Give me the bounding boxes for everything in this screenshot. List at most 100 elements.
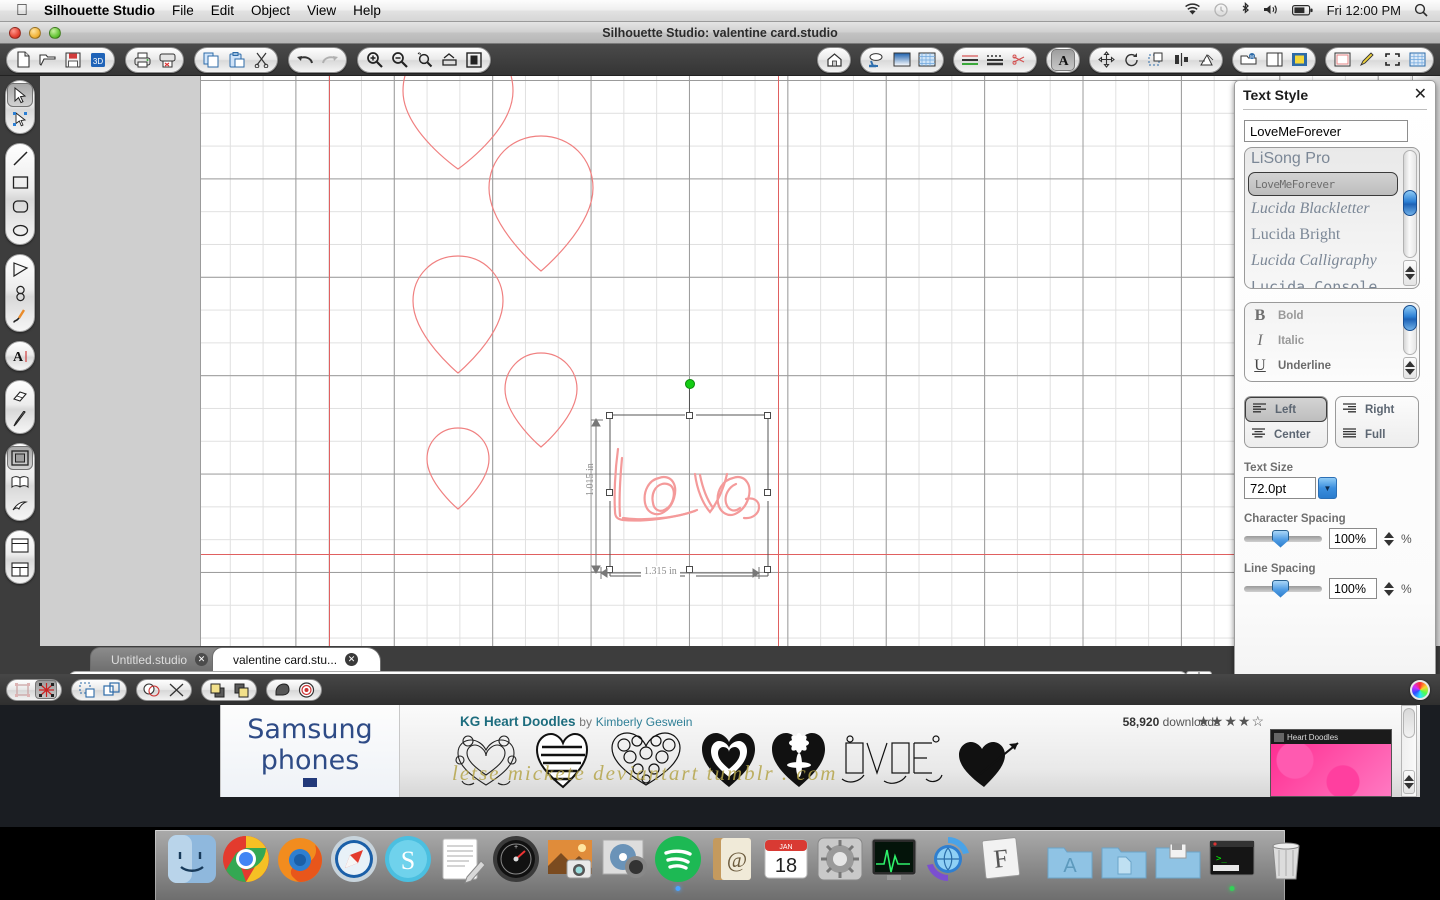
zoom-fit-icon[interactable] [437,49,461,71]
activity-monitor-icon[interactable] [868,833,920,885]
style-option-bold[interactable]: B Bold [1245,303,1419,328]
font-option-lucida-bright[interactable]: Lucida Bright [1245,222,1401,248]
menu-view[interactable]: View [307,3,336,18]
spotlight-search-icon[interactable] [1414,3,1428,19]
trash-icon[interactable] [1260,833,1312,885]
text-size-input[interactable]: 72.0pt [1244,477,1316,499]
grid-icon[interactable] [1405,49,1429,71]
tab-valentine-card[interactable]: valentine card.stu... ✕ [212,647,381,671]
wifi-icon[interactable] [1184,3,1201,18]
eraser-tool[interactable] [7,383,33,407]
text-style-icon[interactable]: A [1051,49,1075,71]
align-icon[interactable] [1169,49,1193,71]
chevron-down-icon[interactable]: ▼ [1318,477,1337,499]
line-spacing-input[interactable]: 100% [1329,578,1377,599]
offset-icon[interactable] [295,680,317,699]
close-icon[interactable]: ✕ [195,653,208,666]
font-list[interactable]: LiSong Pro LoveMeForever Lucida Blacklet… [1245,148,1401,288]
scroll-up-icon[interactable] [1405,266,1415,272]
system-preferences-icon[interactable] [814,833,866,885]
store-scroll-thumb[interactable] [1403,708,1415,738]
menu-file[interactable]: File [172,3,194,18]
stepper-up-icon[interactable] [1384,532,1394,538]
font-name-input[interactable]: LoveMeForever [1244,120,1408,142]
release-compound-icon[interactable] [100,680,122,699]
menu-object[interactable]: Object [251,3,290,18]
font-option-lisong-pro[interactable]: LiSong Pro [1245,148,1401,172]
rotate-icon[interactable] [1119,49,1143,71]
bring-forward-icon[interactable] [206,680,228,699]
chrome-icon[interactable] [220,833,272,885]
menubar-app-name[interactable]: Silhouette Studio [44,3,155,18]
applications-folder-icon[interactable]: A [1044,833,1096,885]
zoom-out-icon[interactable] [387,49,411,71]
font-option-lovemeforever[interactable]: LoveMeForever [1248,172,1398,196]
send-panel-tool[interactable] [7,533,33,557]
store-scroll-arrows[interactable] [1403,770,1415,794]
align-full-option[interactable]: Full [1336,422,1418,447]
scroll-up-icon[interactable] [1404,775,1414,781]
window-titlebar[interactable]: Silhouette Studio: valentine card.studio [0,22,1440,44]
font-scroll-thumb[interactable] [1403,190,1417,216]
new-document-icon[interactable] [11,49,35,71]
polygon-tool[interactable] [7,257,33,281]
save-as-icon[interactable]: 3D [86,49,110,71]
close-icon[interactable]: ✕ [345,653,358,666]
font-scroll-arrows[interactable] [1403,260,1417,286]
tab-untitled-studio[interactable]: Untitled.studio ✕ [90,647,231,671]
split-view-tool[interactable] [7,557,33,581]
scroll-down-icon[interactable] [1404,783,1414,789]
gradient-fill-icon[interactable] [890,49,914,71]
volume-icon[interactable] [1263,3,1279,18]
menu-edit[interactable]: Edit [211,3,234,18]
stepper-up-icon[interactable] [1384,582,1394,588]
ungroup-icon[interactable] [35,680,57,699]
character-spacing-stepper[interactable] [1384,532,1394,546]
page-view-tool[interactable] [7,446,33,470]
bluetooth-icon[interactable] [1241,2,1250,19]
freehand-tool[interactable] [7,305,33,329]
browser-globe-icon[interactable] [922,833,974,885]
battery-icon[interactable] [1292,4,1314,18]
addressbook-icon[interactable]: @ [706,833,758,885]
slider-knob[interactable] [1272,530,1289,548]
cutting-mat-icon[interactable] [915,49,939,71]
dashboard-icon[interactable]: + [490,833,542,885]
finder-icon[interactable] [166,833,218,885]
pen-color-icon[interactable] [1355,49,1379,71]
iphoto-icon[interactable] [544,833,596,885]
samsung-ad[interactable]: Samsung phones [220,705,400,797]
fontbook-icon[interactable]: F [976,833,1028,885]
design-canvas[interactable]: 1.015 in 1.315 in [201,76,1412,646]
font-option-lucida-console[interactable]: Lucida Console [1245,274,1401,288]
line-spacing-slider[interactable] [1244,586,1322,592]
apple-logo-icon[interactable]:  [16,3,28,19]
align-left-option[interactable]: Left [1245,397,1327,422]
page-color-icon[interactable] [1330,49,1354,71]
scroll-up-icon[interactable] [1405,361,1415,367]
menu-help[interactable]: Help [353,3,381,18]
modify-icon[interactable]: M [1237,49,1261,71]
trace-icon[interactable] [1287,49,1311,71]
send-backward-icon[interactable] [230,680,252,699]
style-option-italic[interactable]: I Italic [1245,328,1419,353]
terminal-icon[interactable]: >_ [1206,833,1258,885]
dash-style-icon[interactable] [983,49,1007,71]
stepper-down-icon[interactable] [1384,590,1394,596]
align-right-option[interactable]: Right [1336,397,1418,422]
stepper-down-icon[interactable] [1384,540,1394,546]
open-folder-icon[interactable] [36,49,60,71]
detach-icon[interactable] [165,680,187,699]
style-scroll-arrows[interactable] [1403,357,1417,379]
line-style-icon[interactable] [958,49,982,71]
registration-icon[interactable] [1380,49,1404,71]
edit-points-tool[interactable] [7,107,33,131]
character-spacing-slider[interactable] [1244,536,1322,542]
style-option-underline[interactable]: U Underline [1245,353,1419,378]
print-icon[interactable] [130,49,154,71]
store-vertical-scrollbar[interactable] [1401,705,1417,797]
safari-icon[interactable] [328,833,380,885]
copy-icon[interactable] [199,49,223,71]
paste-icon[interactable] [224,49,248,71]
library-tool[interactable] [7,470,33,494]
